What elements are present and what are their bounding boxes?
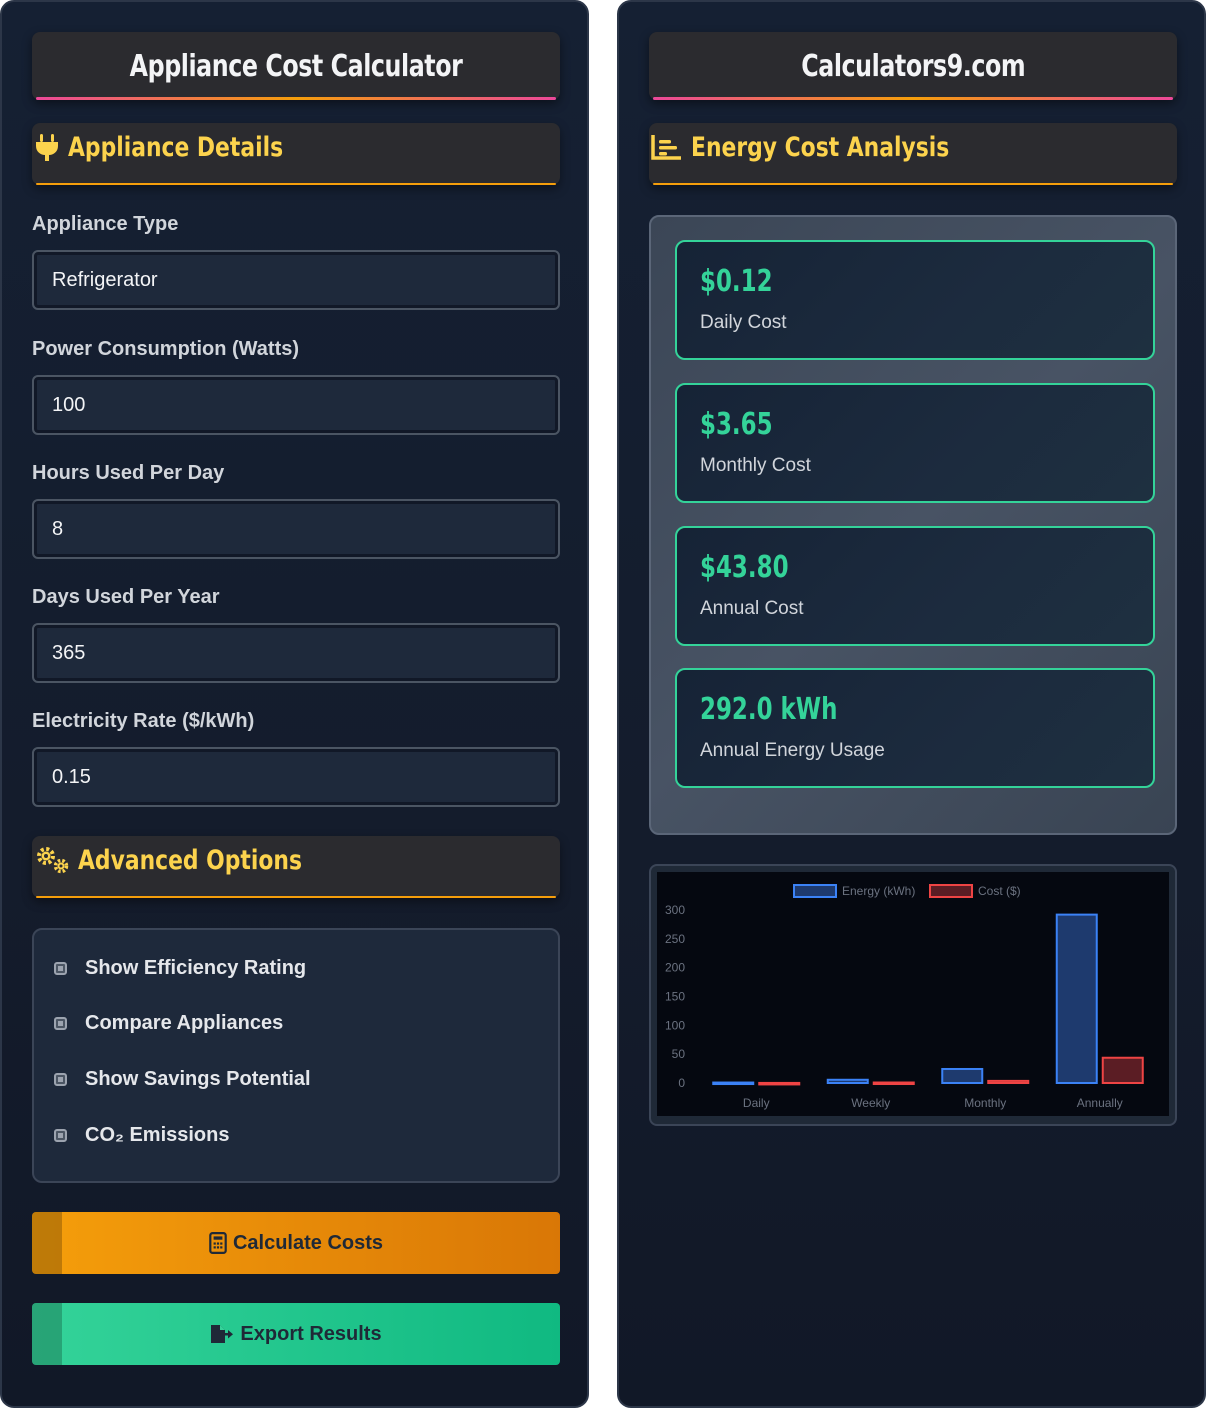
monthly-cost-card: $3.65 Monthly Cost [675, 383, 1155, 503]
daily-cost-value: $0.12 [700, 264, 773, 299]
annual-cost-value: $43.80 [700, 550, 789, 585]
days-per-year-input[interactable] [32, 623, 560, 683]
annual-energy-label: Annual Energy Usage [700, 740, 885, 761]
chart-bar [1055, 913, 1098, 1085]
monthly-cost-value: $3.65 [700, 407, 773, 442]
section-title: Appliance Details [68, 131, 284, 163]
chart-canvas: 0 50 100 150 200 250 300 Energy (kWh) Cost ($) Da… [665, 884, 1144, 1110]
efficiency-rating-checkbox[interactable] [54, 961, 67, 975]
calculate-costs-button[interactable]: Calculate Costs [32, 1212, 560, 1274]
electricity-rate-label: Electricity Rate ($/kWh) [32, 710, 255, 732]
power-consumption-input[interactable] [32, 375, 560, 435]
hours-per-day-label: Hours Used Per Day [32, 462, 225, 484]
y-tick-label: 0 [678, 1076, 685, 1090]
x-tick-label: Monthly [964, 1096, 1006, 1110]
daily-cost-card: $0.12 Daily Cost [675, 240, 1155, 360]
legend-label: Cost ($) [978, 884, 1021, 898]
annual-energy-value: 292.0 kWh [700, 692, 838, 727]
electricity-rate-input[interactable] [32, 747, 560, 807]
legend-label: Energy (kWh) [842, 884, 915, 898]
appliance-type-label: Appliance Type [32, 213, 179, 235]
energy-cost-chart: 0 50 100 150 200 250 300 Energy (kWh) Cost ($) Da… [649, 864, 1177, 1126]
appliance-type-input[interactable] [32, 250, 560, 310]
advanced-options-list: Show Efficiency Rating Compare Appliance… [32, 928, 560, 1183]
gears-icon [37, 847, 69, 874]
days-per-year-label: Days Used Per Year [32, 586, 220, 608]
plug-icon [36, 134, 58, 161]
appliance-details-header: Appliance Details [32, 123, 560, 185]
x-tick-label: Weekly [851, 1096, 890, 1110]
monthly-cost-label: Monthly Cost [700, 455, 811, 476]
page-title: Appliance Cost Calculator [129, 48, 463, 84]
power-consumption-label: Power Consumption (Watts) [32, 338, 300, 360]
hours-per-day-input[interactable] [32, 499, 560, 559]
compare-appliances-checkbox[interactable] [54, 1016, 67, 1030]
chart-bar [872, 1081, 915, 1086]
chart-bar [712, 1081, 755, 1086]
option-label: Show Efficiency Rating [85, 956, 307, 979]
y-tick-label: 100 [665, 1018, 685, 1032]
chart-bar [758, 1081, 801, 1086]
export-results-button[interactable]: Export Results [32, 1303, 560, 1365]
option-compare-appliances[interactable]: Compare Appliances [54, 1008, 283, 1038]
option-label: CO₂ Emissions [85, 1123, 230, 1146]
annual-cost-card: $43.80 Annual Cost [675, 526, 1155, 646]
option-co2-emissions[interactable]: CO₂ Emissions [54, 1120, 229, 1150]
chart-bar [941, 1067, 984, 1084]
section-title: Advanced Options [78, 844, 302, 876]
advanced-options-header: Advanced Options [32, 836, 560, 898]
results-summary: $0.12 Daily Cost $3.65 Monthly Cost $43.… [649, 215, 1177, 835]
savings-potential-checkbox[interactable] [54, 1072, 67, 1086]
section-title: Energy Cost Analysis [691, 131, 950, 163]
y-tick-label: 300 [665, 903, 685, 917]
energy-cost-analysis-header: Energy Cost Analysis [649, 123, 1177, 185]
annual-cost-label: Annual Cost [700, 598, 804, 619]
legend-swatch [929, 884, 973, 898]
site-title: Calculators9.com [801, 48, 1025, 84]
chart-bar [987, 1079, 1030, 1085]
y-tick-label: 200 [665, 961, 685, 975]
calculator-icon [209, 1232, 227, 1254]
y-tick-label: 150 [665, 990, 685, 1004]
export-results-label: Export Results [240, 1322, 382, 1345]
legend-swatch [793, 884, 837, 898]
y-tick-label: 50 [672, 1047, 686, 1061]
option-efficiency-rating[interactable]: Show Efficiency Rating [54, 953, 306, 983]
chart-bar [826, 1078, 869, 1084]
co2-emissions-checkbox[interactable] [54, 1128, 67, 1142]
bar-chart-icon [651, 135, 681, 160]
file-export-icon [211, 1325, 234, 1343]
x-tick-label: Annually [1077, 1096, 1123, 1110]
calculator-header: Appliance Cost Calculator [32, 32, 560, 100]
option-label: Show Savings Potential [85, 1067, 311, 1090]
y-tick-label: 250 [665, 932, 685, 946]
calculate-costs-label: Calculate Costs [232, 1231, 384, 1254]
annual-energy-card: 292.0 kWh Annual Energy Usage [675, 668, 1155, 788]
site-header: Calculators9.com [649, 32, 1177, 100]
x-tick-label: Daily [743, 1096, 770, 1110]
option-savings-potential[interactable]: Show Savings Potential [54, 1064, 311, 1094]
calculator-panel: Appliance Cost Calculator Appliance Deta… [0, 0, 589, 1408]
option-label: Compare Appliances [85, 1011, 284, 1034]
results-panel: Calculators9.com Energy Cost Analysis $0… [617, 0, 1206, 1408]
chart-bar [1101, 1056, 1144, 1085]
daily-cost-label: Daily Cost [700, 312, 787, 333]
